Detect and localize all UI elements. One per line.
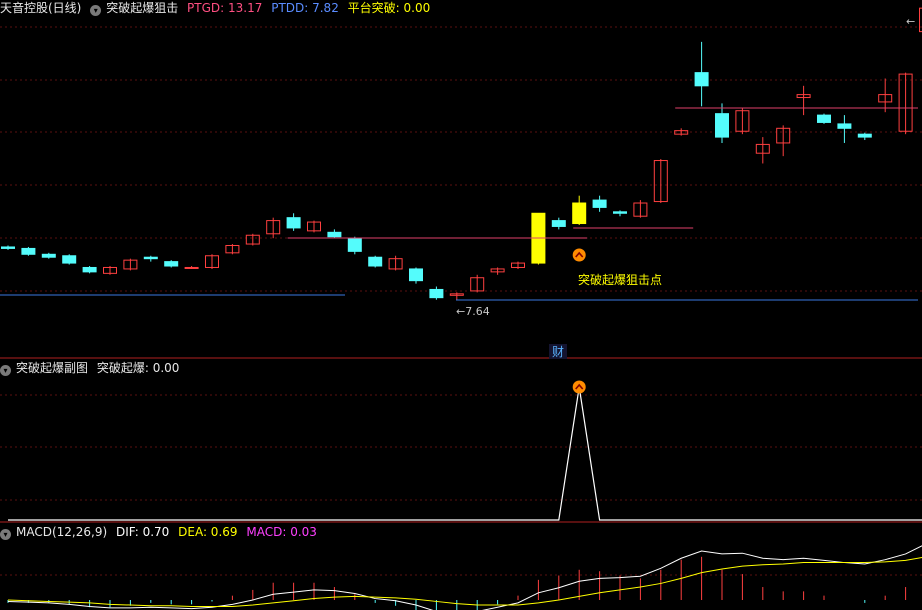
candle: [164, 261, 179, 267]
grid-lines: [0, 26, 922, 576]
candlestick-chart: [0, 7, 922, 301]
chevron-down-icon[interactable]: ▾: [90, 5, 102, 16]
ptgd-value: PTGD: 13.17: [187, 1, 263, 15]
sub-indicator-name[interactable]: 突破起爆副图: [16, 361, 88, 375]
candle: [837, 123, 852, 129]
candle: [286, 217, 301, 229]
chevron-down-icon[interactable]: ▾: [0, 365, 11, 376]
chevron-down-icon[interactable]: ▾: [0, 529, 11, 540]
candle: [409, 268, 423, 282]
dif-value: DIF: 0.70: [115, 525, 170, 539]
macd-value: MACD: 0.03: [246, 525, 317, 539]
chart-canvas: 突破起爆狙击点 ←7.64 ← 财: [0, 7, 922, 610]
candle: [857, 133, 872, 138]
signal-label: 突破起爆狙击点: [578, 272, 662, 287]
sub-signal-marker: [572, 380, 586, 394]
candle: [368, 256, 383, 267]
candle: [143, 256, 158, 260]
breakout-value: 平台突破: 0.00: [347, 1, 431, 15]
candle: [82, 266, 97, 273]
candle: [429, 288, 444, 299]
candle: [347, 237, 362, 252]
macd-header: ▾ MACD(12,26,9) DIF: 0.70 DEA: 0.69 MACD:…: [0, 524, 322, 540]
sub-header: ▾ 突破起爆副图 突破起爆: 0.00: [0, 360, 184, 376]
dea-value: DEA: 0.69: [178, 525, 238, 539]
candle: [715, 113, 729, 138]
candle: [551, 220, 566, 227]
dif-line: [7, 545, 922, 610]
candle: [592, 199, 607, 208]
low-price-marker: ←7.64: [456, 305, 490, 318]
macd-name[interactable]: MACD(12,26,9): [16, 525, 107, 539]
macd-chart: [7, 545, 922, 610]
candle: [327, 231, 342, 238]
signal-candle: [572, 202, 587, 225]
candle: [41, 253, 56, 258]
stock-name[interactable]: 天音控股(日线): [0, 1, 81, 15]
candle: [1, 246, 15, 249]
signal-marker: [572, 248, 586, 262]
candle: [62, 255, 77, 264]
candle: [817, 114, 831, 123]
dea-line: [7, 556, 922, 607]
candle: [21, 247, 36, 255]
main-header: 天音控股(日线) ▾ 突破起爆狙击 PTGD: 13.17 PTDD: 7.82 …: [0, 0, 435, 16]
sub-indicator-chart: [8, 380, 922, 521]
finance-badge[interactable]: 财: [552, 345, 564, 359]
candle: [694, 72, 709, 87]
candle: [184, 266, 199, 269]
candle: [613, 211, 627, 214]
high-price-marker: ←: [906, 15, 915, 28]
sub-indicator-value: 突破起爆: 0.00: [96, 361, 180, 375]
ptdd-value: PTDD: 7.82: [271, 1, 339, 15]
indicator-name[interactable]: 突破起爆狙击: [106, 1, 178, 15]
